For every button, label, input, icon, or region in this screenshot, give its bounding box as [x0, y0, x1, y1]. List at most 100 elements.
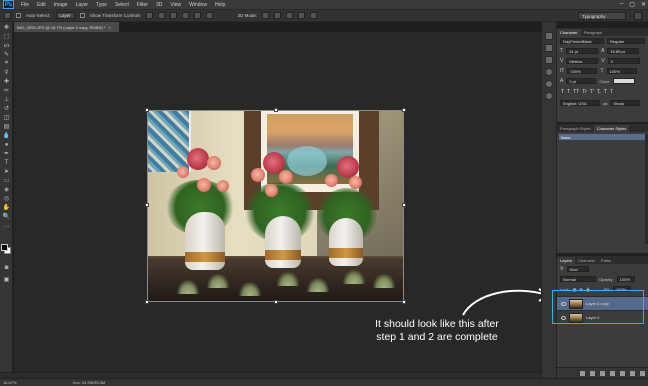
- add-mask-icon[interactable]: [600, 370, 605, 376]
- transform-handle-left[interactable]: [145, 203, 149, 207]
- eyedropper-tool-icon[interactable]: ⚲: [2, 69, 11, 76]
- align-middle-icon[interactable]: [157, 12, 165, 19]
- underline-button[interactable]: T: [604, 89, 607, 95]
- transform-handle-bottom-left[interactable]: [145, 300, 149, 304]
- menu-image[interactable]: Image: [50, 2, 72, 8]
- crop-tool-icon[interactable]: ⌗: [2, 60, 11, 67]
- horizontal-scale-field[interactable]: 100%: [606, 68, 637, 74]
- 3d-tool-icon[interactable]: ◈: [2, 186, 11, 193]
- swatches-panel-icon[interactable]: [545, 80, 553, 88]
- foreground-color-swatch[interactable]: [1, 244, 8, 251]
- 3d-camera-tool-icon[interactable]: ◎: [2, 195, 11, 202]
- tab-character[interactable]: Character: [557, 29, 581, 36]
- transform-handle-top-right[interactable]: [402, 108, 406, 112]
- tab-paragraph-styles[interactable]: Paragraph Styles: [557, 125, 594, 132]
- strikethrough-button[interactable]: T: [610, 89, 613, 95]
- adjustments-panel-icon[interactable]: [545, 92, 553, 100]
- tab-paths[interactable]: Paths: [598, 257, 614, 264]
- clone-stamp-tool-icon[interactable]: ⊥: [2, 96, 11, 103]
- type-tool-icon[interactable]: T: [2, 159, 11, 166]
- align-top-icon[interactable]: [145, 12, 153, 19]
- transform-handle-top[interactable]: [274, 108, 278, 112]
- transform-controls-checkbox[interactable]: [79, 13, 85, 18]
- all-caps-button[interactable]: TT: [573, 89, 579, 95]
- info-panel-icon[interactable]: [545, 56, 553, 64]
- transform-handle-bottom[interactable]: [274, 300, 278, 304]
- auto-select-dropdown[interactable]: Layer: [55, 12, 75, 19]
- align-right-icon[interactable]: [205, 12, 213, 19]
- tab-layers[interactable]: Layers: [557, 257, 576, 264]
- subscript-button[interactable]: T,: [597, 89, 601, 95]
- antialias-select[interactable]: Sharp: [610, 100, 641, 106]
- shape-tool-icon[interactable]: ▭: [2, 177, 11, 184]
- close-window-button[interactable]: ✕: [641, 1, 646, 8]
- text-color-swatch[interactable]: [613, 78, 636, 84]
- tab-channels[interactable]: Channels: [575, 257, 598, 264]
- screen-mode-icon[interactable]: ▣: [2, 276, 11, 283]
- menu-3d[interactable]: 3D: [152, 2, 166, 8]
- workspace-switcher[interactable]: Typography: [578, 12, 626, 20]
- superscript-button[interactable]: T': [590, 89, 594, 95]
- menu-edit[interactable]: Edit: [33, 2, 50, 8]
- healing-brush-tool-icon[interactable]: ✚: [2, 78, 11, 85]
- language-select[interactable]: English: USA: [560, 100, 600, 106]
- font-size-field[interactable]: 24 pt: [566, 48, 599, 54]
- layer-filter-kind[interactable]: Kind: [566, 266, 589, 272]
- menu-select[interactable]: Select: [111, 2, 133, 8]
- adjustment-layer-icon[interactable]: [610, 370, 615, 376]
- blur-tool-icon[interactable]: 💧: [2, 132, 11, 139]
- more-tools-icon[interactable]: …: [2, 222, 11, 229]
- auto-select-checkbox[interactable]: [16, 13, 21, 18]
- lasso-tool-icon[interactable]: ᔕ: [2, 42, 11, 49]
- menu-file[interactable]: File: [17, 2, 33, 8]
- transform-handle-right[interactable]: [402, 203, 406, 207]
- transform-handle-top-left[interactable]: [145, 108, 149, 112]
- 3d-scale-icon[interactable]: [310, 12, 318, 19]
- 3d-slide-icon[interactable]: [298, 12, 306, 19]
- hand-tool-icon[interactable]: ✋: [2, 204, 11, 211]
- small-caps-button[interactable]: Tr: [582, 89, 587, 95]
- close-tab-icon[interactable]: ×: [108, 25, 110, 30]
- tracking-field[interactable]: 0: [607, 58, 640, 64]
- 3d-rotate-icon[interactable]: [262, 12, 270, 19]
- transform-bounding-box[interactable]: [145, 108, 406, 304]
- blend-mode-select[interactable]: Normal: [560, 276, 596, 282]
- 3d-roll-icon[interactable]: [274, 12, 282, 19]
- layer-style-icon[interactable]: [590, 370, 595, 376]
- pen-tool-icon[interactable]: ✒: [2, 150, 11, 157]
- delete-layer-icon[interactable]: [640, 370, 645, 376]
- move-tool-icon[interactable]: ✥: [2, 24, 11, 31]
- transform-handle-bottom-right[interactable]: [402, 300, 406, 304]
- color-panel-icon[interactable]: [545, 68, 553, 76]
- zoom-readout[interactable]: 16.67%: [3, 380, 17, 385]
- quick-select-tool-icon[interactable]: ✎: [2, 51, 11, 58]
- properties-panel-icon[interactable]: [545, 44, 553, 52]
- menu-filter[interactable]: Filter: [133, 2, 152, 8]
- tab-paragraph[interactable]: Paragraph: [581, 29, 606, 36]
- kerning-field[interactable]: Metrics: [566, 58, 599, 64]
- tab-character-styles[interactable]: Character Styles: [593, 125, 630, 132]
- opacity-field[interactable]: 100%: [616, 276, 635, 282]
- eraser-tool-icon[interactable]: ◫: [2, 114, 11, 121]
- move-tool-icon[interactable]: [4, 12, 11, 19]
- 3d-pan-icon[interactable]: [286, 12, 294, 19]
- menu-type[interactable]: Type: [92, 2, 111, 8]
- document-tab[interactable]: IMG_0094.JPG @ 16.7% (Layer 0 copy, RGB/…: [14, 22, 120, 32]
- menu-layer[interactable]: Layer: [72, 2, 93, 8]
- align-left-icon[interactable]: [181, 12, 189, 19]
- history-brush-tool-icon[interactable]: ↺: [2, 105, 11, 112]
- quick-mask-icon[interactable]: ◙: [2, 264, 11, 271]
- minimize-button[interactable]: –: [620, 1, 623, 8]
- font-style-select[interactable]: Regular: [607, 38, 645, 44]
- dodge-tool-icon[interactable]: ●: [2, 141, 11, 148]
- vertical-scale-field[interactable]: 100%: [567, 68, 598, 74]
- maximize-button[interactable]: ▢: [629, 1, 635, 8]
- leading-field[interactable]: 15.85 pt: [607, 48, 640, 54]
- zoom-tool-icon[interactable]: 🔍: [2, 213, 11, 220]
- align-bottom-icon[interactable]: [169, 12, 177, 19]
- new-group-icon[interactable]: [620, 370, 625, 376]
- history-panel-icon[interactable]: [545, 32, 553, 40]
- brush-tool-icon[interactable]: ✏: [2, 87, 11, 94]
- marquee-tool-icon[interactable]: ⬚: [2, 33, 11, 40]
- faux-italic-button[interactable]: T: [567, 89, 570, 95]
